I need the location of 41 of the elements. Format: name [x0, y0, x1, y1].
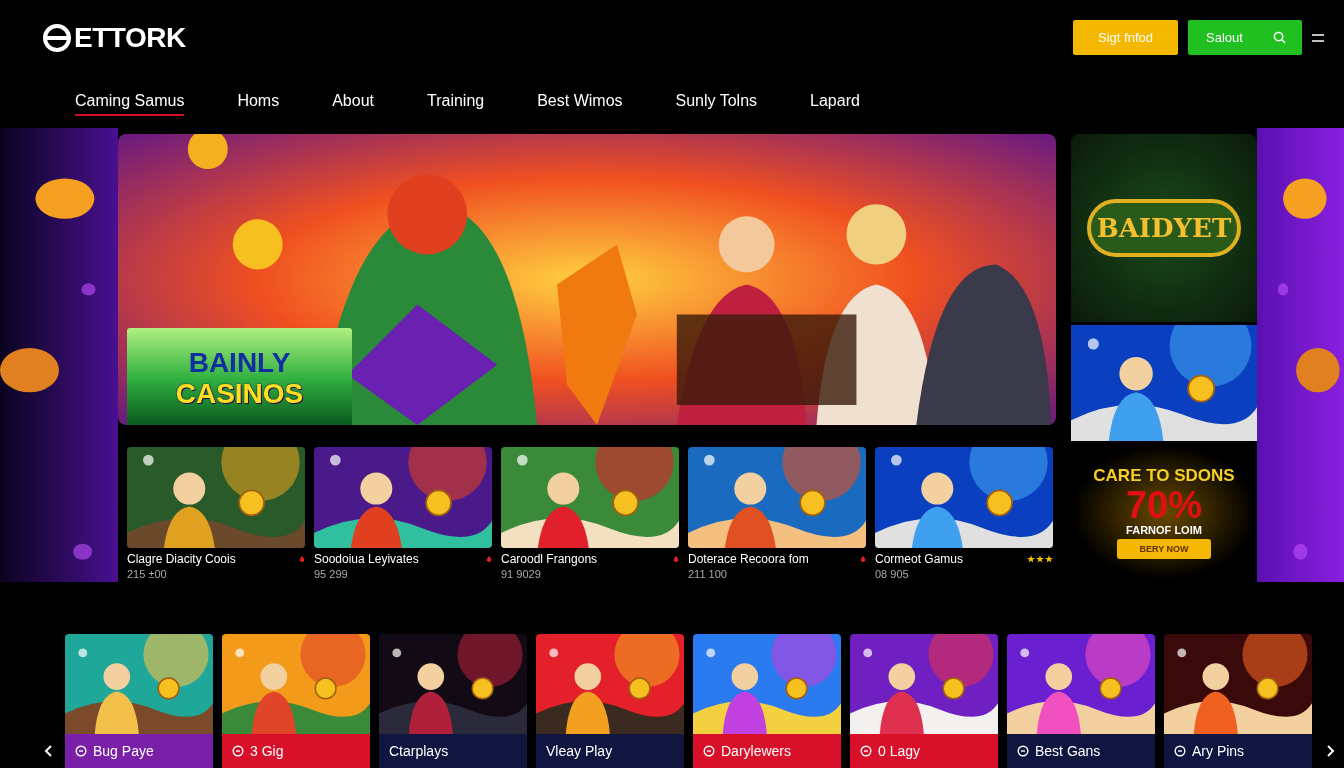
game-tile-label[interactable]: Ary Pins: [1164, 734, 1312, 768]
badge-text: CASINOS: [175, 379, 304, 410]
menu-icon[interactable]: [1312, 33, 1324, 42]
nav-link[interactable]: Best Wimos: [537, 87, 623, 116]
nav-link[interactable]: Homs: [237, 87, 280, 116]
game-title[interactable]: Caroodl Frangons: [501, 552, 598, 566]
nav-link[interactable]: Training: [426, 87, 485, 116]
promo-title: CARE TO SDONS: [1093, 465, 1235, 486]
brand-logo[interactable]: BAIDYET: [1086, 199, 1242, 257]
game-title[interactable]: Soodoiua Leyivates: [314, 552, 419, 566]
play-count: 91 9029: [501, 568, 542, 580]
game-title[interactable]: Cormeot Gamus: [875, 552, 964, 566]
game-tile-label[interactable]: Bug Paye: [65, 734, 213, 768]
play-count: 08 905: [875, 568, 910, 580]
flame-icon: [486, 555, 492, 563]
play-count: 215 ±00: [127, 568, 168, 580]
nav-link[interactable]: About: [332, 87, 374, 116]
flame-icon: [673, 555, 679, 563]
logo-icon: [42, 22, 72, 53]
promo-percent: 70%: [1125, 485, 1203, 524]
search-icon: [1272, 31, 1286, 44]
promo-subtitle: FARNOF LOIM: [1126, 523, 1202, 536]
nav-link[interactable]: Sunly Tolns: [675, 87, 758, 116]
game-tile-label[interactable]: 0 Lagy: [850, 734, 998, 768]
flame-icon: [860, 555, 866, 563]
game-title[interactable]: Clagre Diacity Coois: [127, 552, 236, 566]
logo[interactable]: ETTORK: [74, 21, 186, 54]
play-count: 95 299: [314, 568, 349, 580]
game-tile-label[interactable]: 3 Gig: [222, 734, 370, 768]
game-tile-label[interactable]: Vleay Play: [536, 734, 684, 768]
nav-link[interactable]: Caming Samus: [75, 87, 185, 116]
buy-now-button[interactable]: BERY NOW: [1117, 538, 1211, 559]
play-count: 211 100: [688, 568, 728, 580]
game-tile-label[interactable]: Best Gans: [1007, 734, 1155, 768]
game-tile-label[interactable]: Ctarplays: [379, 734, 527, 768]
badge-text: BAINLY: [188, 348, 291, 379]
game-title[interactable]: Doterace Recoora fom: [688, 552, 809, 566]
flame-icon: [299, 555, 305, 563]
nav-link[interactable]: Lapard: [810, 87, 860, 116]
game-tile-label[interactable]: Darylewers: [693, 734, 841, 768]
promo-badge[interactable]: BAINLY CASINOS: [127, 328, 352, 425]
